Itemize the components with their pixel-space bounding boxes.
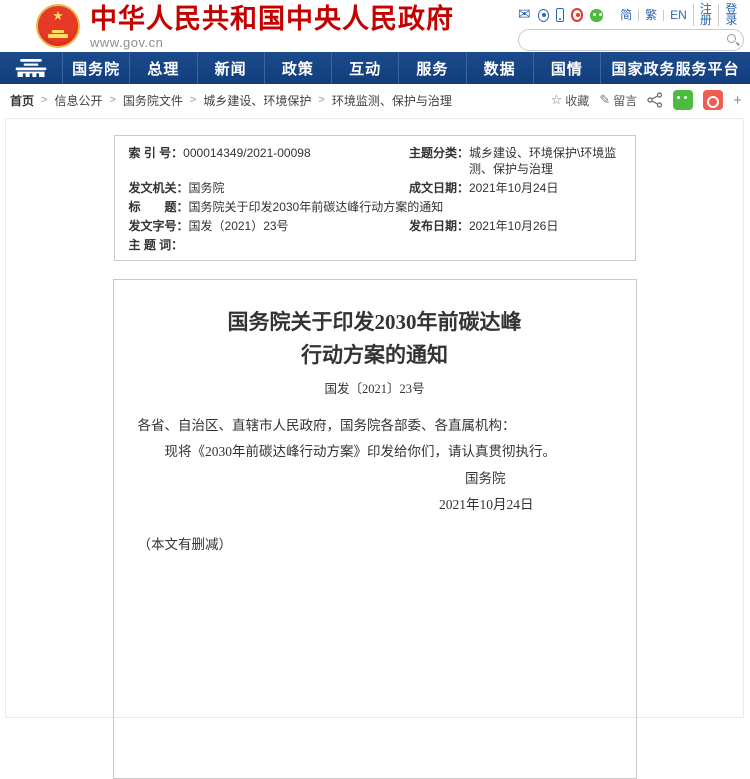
breadcrumb-urban-environment[interactable]: 城乡建设、环境保护 <box>203 92 311 109</box>
meta-number-value: 国发（2021）23号 <box>189 218 289 234</box>
lang-traditional-link[interactable]: 繁 <box>638 10 663 21</box>
meta-keywords-label: 主 题 词： <box>129 237 184 253</box>
document-sign-date: 2021年10月24日 <box>138 492 612 518</box>
meta-written-date-row: 成文日期： 2021年10月24日 <box>409 178 621 197</box>
breadcrumb-info-disclosure[interactable]: 信息公开 <box>54 92 102 109</box>
share-weibo-icon[interactable] <box>703 90 723 110</box>
meta-index-row: 索 引 号： 000014349/2021-00098 <box>129 143 409 178</box>
document-title-line2: 行动方案的通知 <box>138 339 612 372</box>
meta-title-row: 标 题： 国务院关于印发2030年前碳达峰行动方案的通知 <box>129 197 621 216</box>
meta-published-date-row: 发布日期： 2021年10月26日 <box>409 216 621 235</box>
breadcrumb-separator: > <box>109 94 115 106</box>
site-header: ★ 中华人民共和国中央人民政府 www.gov.cn ✉ 简 繁 EN 注册 登… <box>0 0 750 52</box>
nav-home-button[interactable] <box>0 52 62 84</box>
search-box <box>518 29 744 51</box>
meta-index-value: 000014349/2021-00098 <box>183 145 310 177</box>
nav-services[interactable]: 服务 <box>398 52 465 84</box>
meta-published-date-value: 2021年10月26日 <box>469 218 558 234</box>
weibo-icon[interactable] <box>571 8 584 22</box>
document-title: 国务院关于印发2030年前碳达峰 行动方案的通知 <box>138 306 612 371</box>
nav-data[interactable]: 数据 <box>466 52 533 84</box>
meta-number-row: 发文字号： 国发（2021）23号 <box>129 216 409 235</box>
accessibility-icon[interactable] <box>538 9 549 22</box>
nav-state-council[interactable]: 国务院 <box>62 52 129 84</box>
breadcrumb: 首页 > 信息公开 > 国务院文件 > 城乡建设、环境保护 > 环境监测、保护与… <box>10 92 551 109</box>
breadcrumb-home[interactable]: 首页 <box>10 92 34 109</box>
document-paragraph: 现将《2030年前碳达峰行动方案》印发给你们，请认真贯彻执行。 <box>138 439 612 465</box>
meta-number-label: 发文字号： <box>129 218 189 234</box>
site-title: 中华人民共和国中央人民政府 <box>90 4 454 34</box>
main-nav: 国务院 总理 新闻 政策 互动 服务 数据 国情 国家政务服务平台 <box>0 52 750 84</box>
document-note: （本文有删减） <box>138 532 612 558</box>
wechat-icon[interactable] <box>590 9 603 22</box>
breadcrumb-env-monitoring[interactable]: 环境监测、保护与治理 <box>332 92 452 109</box>
content-panel: 索 引 号： 000014349/2021-00098 主题分类： 城乡建设、环… <box>5 118 744 718</box>
page-tools: ☆ 收藏 ✎ 留言 + <box>551 90 742 110</box>
language-links: 简 繁 EN 注册 登录 <box>614 4 744 26</box>
nav-national[interactable]: 国情 <box>533 52 600 84</box>
nav-gov-service-platform[interactable]: 国家政务服务平台 <box>600 52 750 84</box>
emblem-gate-base-icon <box>48 34 68 38</box>
document-number: 国发〔2021〕23号 <box>138 378 612 397</box>
breadcrumb-separator: > <box>190 94 196 106</box>
document-title-line1: 国务院关于印发2030年前碳达峰 <box>138 306 612 339</box>
meta-index-label: 索 引 号： <box>129 145 184 177</box>
breadcrumb-row: 首页 > 信息公开 > 国务院文件 > 城乡建设、环境保护 > 环境监测、保护与… <box>0 84 750 116</box>
pencil-icon: ✎ <box>599 92 610 108</box>
lang-simplified-link[interactable]: 简 <box>614 10 638 21</box>
meta-published-date-label: 发布日期： <box>409 218 469 234</box>
breadcrumb-separator: > <box>41 94 47 106</box>
meta-written-date-label: 成文日期： <box>409 180 469 196</box>
site-url: www.gov.cn <box>90 35 454 50</box>
search-input[interactable] <box>529 31 709 49</box>
search-icon[interactable] <box>727 34 736 43</box>
national-emblem-logo[interactable]: ★ <box>36 4 80 48</box>
star-icon: ☆ <box>551 92 563 108</box>
nav-interact[interactable]: 互动 <box>331 52 398 84</box>
comment-label: 留言 <box>613 92 637 109</box>
nav-policy[interactable]: 政策 <box>264 52 331 84</box>
meta-title-label: 标 题： <box>129 199 189 215</box>
mobile-icon[interactable] <box>556 8 564 22</box>
meta-agency-label: 发文机关： <box>129 180 189 196</box>
tiananmen-gate-icon <box>13 58 49 78</box>
share-wechat-icon[interactable] <box>673 90 693 110</box>
mail-icon[interactable]: ✉ <box>518 8 531 22</box>
register-link[interactable]: 注册 <box>693 4 719 26</box>
nav-premier[interactable]: 总理 <box>129 52 196 84</box>
document-body-panel: 国务院关于印发2030年前碳达峰 行动方案的通知 国发〔2021〕23号 各省、… <box>113 279 637 779</box>
meta-topic-label: 主题分类： <box>409 145 469 177</box>
document-text: 各省、自治区、直辖市人民政府，国务院各部委、各直属机构： 现将《2030年前碳达… <box>138 413 612 559</box>
meta-agency-row: 发文机关： 国务院 <box>129 178 409 197</box>
meta-agency-value: 国务院 <box>189 180 225 196</box>
emblem-star-icon: ★ <box>52 9 64 22</box>
favorite-label: 收藏 <box>565 92 589 109</box>
nav-news[interactable]: 新闻 <box>197 52 264 84</box>
meta-written-date-value: 2021年10月24日 <box>469 180 558 196</box>
meta-topic-row: 主题分类： 城乡建设、环境保护\环境监测、保护与治理 <box>409 143 621 178</box>
comment-button[interactable]: ✎ 留言 <box>599 92 637 109</box>
login-link[interactable]: 登录 <box>718 4 744 26</box>
breadcrumb-council-documents[interactable]: 国务院文件 <box>123 92 183 109</box>
more-share-button[interactable]: + <box>733 92 742 109</box>
emblem-gate-icon <box>52 30 64 33</box>
favorite-button[interactable]: ☆ 收藏 <box>551 92 590 109</box>
document-paragraph: 各省、自治区、直辖市人民政府，国务院各部委、各直属机构： <box>138 413 612 439</box>
breadcrumb-separator: > <box>318 94 324 106</box>
document-metadata-table: 索 引 号： 000014349/2021-00098 主题分类： 城乡建设、环… <box>114 135 636 261</box>
share-icon[interactable] <box>647 92 663 108</box>
meta-title-value: 国务院关于印发2030年前碳达峰行动方案的通知 <box>189 199 444 215</box>
lang-english-link[interactable]: EN <box>663 10 693 21</box>
meta-topic-value: 城乡建设、环境保护\环境监测、保护与治理 <box>469 145 621 177</box>
meta-keywords-row: 主 题 词： <box>129 235 409 254</box>
document-signer: 国务院 <box>138 466 612 492</box>
